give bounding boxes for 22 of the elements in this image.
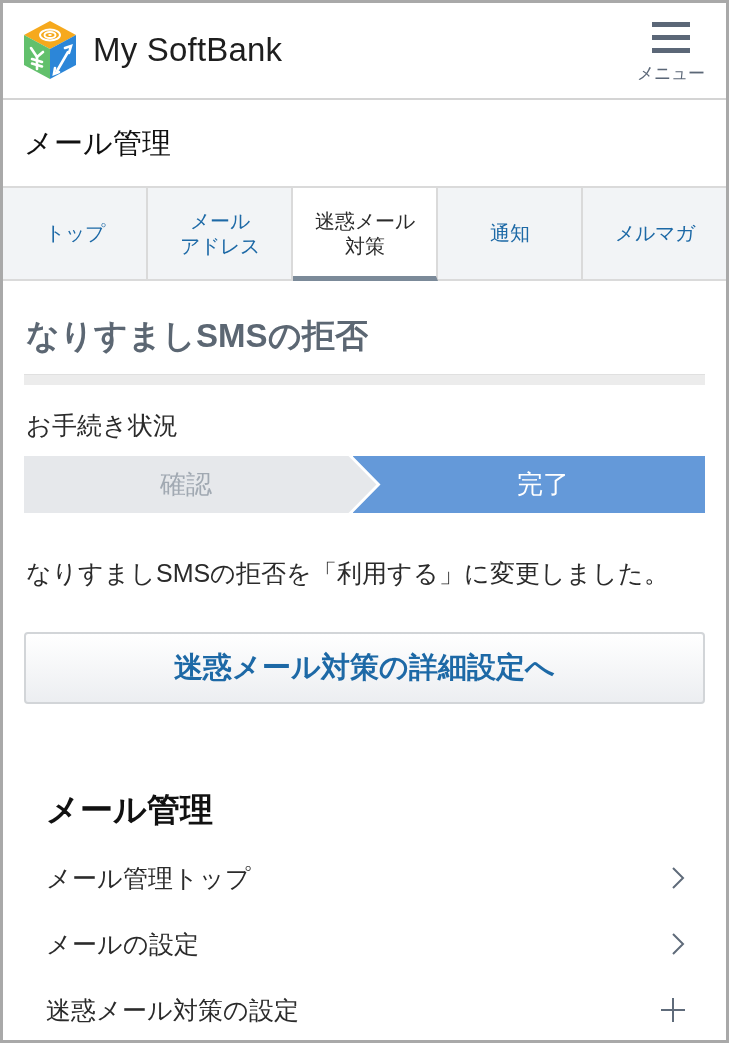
status-message: なりすましSMSの拒否を「利用する」に変更しました。 [26,558,671,589]
nav-link[interactable]: メール管理トップ [24,850,705,906]
section-heading: なりすましSMSの拒否 [26,316,369,356]
tab[interactable]: 通知 [438,188,583,281]
tab[interactable]: メルマガ [583,188,726,281]
tab[interactable]: トップ [3,188,148,281]
page-title: メール管理 [24,126,171,161]
nav-heading: メール管理 [46,790,214,830]
menu-icon [652,21,690,53]
chevron-right-icon [671,932,685,956]
logo-cube-icon [24,20,76,79]
nav-link[interactable]: 迷惑メール対策の設定 [24,982,705,1038]
nav-link[interactable]: メールの設定 [24,916,705,972]
tab[interactable]: メール アドレス [148,188,293,281]
progress-label: お手続き状況 [26,410,179,441]
detail-settings-button[interactable]: 迷惑メール対策の詳細設定へ [24,632,705,704]
brand-name: My SoftBank [93,30,283,69]
progress-step: 確認 [24,456,377,513]
progress-step: 完了 [352,456,705,513]
tab[interactable]: 迷惑メール 対策 [293,188,438,281]
menu-button[interactable]: メニュー [637,21,705,84]
chevron-right-icon [671,866,685,890]
